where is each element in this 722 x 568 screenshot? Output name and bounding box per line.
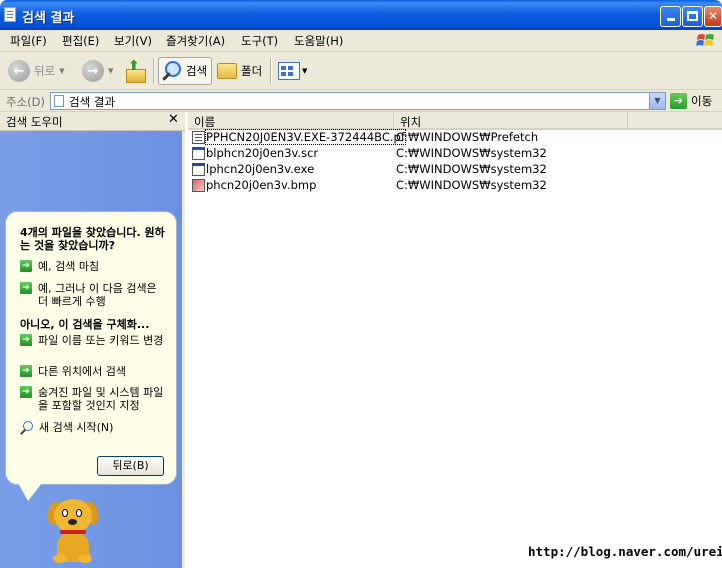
screensaver-file-icon <box>192 147 205 160</box>
file-row[interactable]: phcn20j0en3v.bmp C:₩WINDOWS₩system32 <box>190 178 710 193</box>
file-location: C:₩WINDOWS₩system32 <box>396 162 547 176</box>
address-dropdown-icon[interactable]: ▼ <box>649 93 665 109</box>
option-label: 파일 이름 또는 키워드 변경 <box>38 334 164 347</box>
address-input[interactable]: 검색 결과 ▼ <box>50 92 666 110</box>
file-name: PPHCN20J0EN3V.EXE-372444BC.pf <box>205 129 406 145</box>
title-bar[interactable]: 검색 결과 ✕ <box>0 0 722 30</box>
toolbar-separator <box>270 58 271 84</box>
up-folder-icon <box>124 58 146 83</box>
file-row[interactable]: lphcn20j0en3v.exe C:₩WINDOWS₩system32 <box>190 162 710 177</box>
go-arrow-icon: ➔ <box>670 93 687 109</box>
results-question: 4개의 파일을 찾았습니다. 원하는 것을 찾았습니까? <box>20 226 165 252</box>
new-search-label: 새 검색 시작(N) <box>39 421 114 434</box>
file-location: C:₩WINDOWS₩system32 <box>396 178 547 192</box>
maximize-button[interactable] <box>682 6 703 27</box>
search-dog-character[interactable] <box>44 499 104 565</box>
back-arrow-icon: ← <box>8 60 30 82</box>
close-button[interactable]: ✕ <box>704 6 722 27</box>
search-icon <box>20 421 33 434</box>
green-arrow-icon: ➔ <box>20 386 32 398</box>
views-icon <box>278 62 300 80</box>
search-companion-header: 검색 도우미 ✕ <box>0 112 185 131</box>
pane-back-button[interactable]: 뒤로(B) <box>97 456 164 476</box>
back-dropdown-icon[interactable]: ▼ <box>59 67 64 75</box>
address-bar: 주소(D) 검색 결과 ▼ ➔ 이동 <box>0 90 722 112</box>
option-hidden-system-files[interactable]: ➔ 숨겨진 파일 및 시스템 파일을 포함할 것인지 지정 <box>20 386 170 412</box>
go-button[interactable]: ➔ 이동 <box>670 93 712 109</box>
forward-button[interactable]: → ▼ <box>82 57 113 85</box>
maximize-icon <box>687 11 698 21</box>
up-folder-button[interactable] <box>124 57 146 85</box>
green-arrow-icon: ➔ <box>20 365 32 377</box>
back-button[interactable]: ← 뒤로 ▼ <box>8 57 65 85</box>
bmp-file-icon <box>192 179 205 192</box>
windows-logo-icon <box>696 34 714 46</box>
toolbar: ← 뒤로 ▼ → ▼ 검색 폴더 ▼ <box>0 52 722 90</box>
close-icon: ✕ <box>707 9 719 23</box>
search-results-window-icon <box>4 7 16 22</box>
file-row[interactable]: PPHCN20J0EN3V.EXE-372444BC.pf C:₩WINDOWS… <box>190 129 710 145</box>
column-header-location[interactable]: 위치 <box>394 112 628 130</box>
exe-file-icon <box>192 163 205 176</box>
toolbar-separator <box>153 58 154 84</box>
file-name: blphcn20j0en3v.scr <box>206 146 319 160</box>
address-value: 검색 결과 <box>69 95 115 109</box>
minimize-button[interactable] <box>660 6 681 27</box>
search-label: 검색 <box>186 64 208 78</box>
minimize-icon <box>666 18 675 21</box>
search-companion-pane: 4개의 파일을 찾았습니다. 원하는 것을 찾았습니까? ➔ 예, 검색 마침 … <box>0 131 185 568</box>
file-location: C:₩WINDOWS₩Prefetch <box>396 130 539 144</box>
pf-file-icon <box>192 131 205 144</box>
pane-close-icon[interactable]: ✕ <box>168 112 179 127</box>
search-companion-title: 검색 도우미 <box>6 115 63 129</box>
views-dropdown-icon: ▼ <box>302 67 308 75</box>
option-other-location[interactable]: ➔ 다른 위치에서 검색 <box>20 365 170 378</box>
search-button[interactable]: 검색 <box>158 57 213 85</box>
column-header-empty <box>628 112 722 130</box>
results-list: 이름 위치 PPHCN20J0EN3V.EXE-372444BC.pf C:₩W… <box>188 112 722 568</box>
new-search-link[interactable]: 새 검색 시작(N) <box>20 421 170 434</box>
search-assistant-bubble: 4개의 파일을 찾았습니다. 원하는 것을 찾았습니까? ➔ 예, 검색 마침 … <box>5 211 177 485</box>
option-finish-search[interactable]: ➔ 예, 검색 마침 <box>20 260 170 273</box>
refine-heading: 아니오, 이 검색을 구체화... <box>20 318 150 331</box>
window-title: 검색 결과 <box>22 11 75 26</box>
green-arrow-icon: ➔ <box>20 334 32 346</box>
folders-button[interactable]: 폴더 <box>217 57 262 85</box>
back-label: 뒤로 <box>34 64 56 78</box>
menu-view[interactable]: 보기(V) <box>114 33 152 49</box>
menu-file[interactable]: 파일(F) <box>10 33 47 49</box>
views-button[interactable]: ▼ <box>278 57 307 85</box>
search-icon <box>161 60 183 82</box>
menu-favorites[interactable]: 즐겨찾기(A) <box>166 33 225 49</box>
option-label: 다른 위치에서 검색 <box>38 365 126 378</box>
blog-watermark: http://blog.naver.com/urein <box>528 544 722 559</box>
option-change-filename[interactable]: ➔ 파일 이름 또는 키워드 변경 <box>20 334 170 347</box>
option-faster-search[interactable]: ➔ 예, 그러나 이 다음 검색은 더 빠르게 수행 <box>20 282 170 308</box>
option-label: 예, 검색 마침 <box>38 260 100 273</box>
forward-arrow-icon: → <box>82 60 104 82</box>
menu-bar: 파일(F) 편집(E) 보기(V) 즐겨찾기(A) 도구(T) 도움말(H) <box>0 30 722 52</box>
option-label: 예, 그러나 이 다음 검색은 더 빠르게 수행 <box>38 282 157 308</box>
go-label: 이동 <box>691 94 713 108</box>
green-arrow-icon: ➔ <box>20 260 32 272</box>
file-row[interactable]: blphcn20j0en3v.scr C:₩WINDOWS₩system32 <box>190 146 710 161</box>
search-results-icon <box>54 95 64 107</box>
file-name: phcn20j0en3v.bmp <box>206 178 317 192</box>
address-label: 주소(D) <box>6 95 45 109</box>
folder-icon <box>217 63 237 79</box>
bubble-tail <box>18 483 42 501</box>
menu-tools[interactable]: 도구(T) <box>241 33 278 49</box>
column-header-name[interactable]: 이름 <box>188 112 394 130</box>
file-location: C:₩WINDOWS₩system32 <box>396 146 547 160</box>
menu-edit[interactable]: 편집(E) <box>62 33 99 49</box>
folders-label: 폴더 <box>241 64 263 78</box>
forward-dropdown-icon[interactable]: ▼ <box>108 67 113 75</box>
green-arrow-icon: ➔ <box>20 282 32 294</box>
menu-help[interactable]: 도움말(H) <box>294 33 343 49</box>
file-name: lphcn20j0en3v.exe <box>206 162 315 176</box>
option-label: 숨겨진 파일 및 시스템 파일을 포함할 것인지 지정 <box>38 386 164 412</box>
